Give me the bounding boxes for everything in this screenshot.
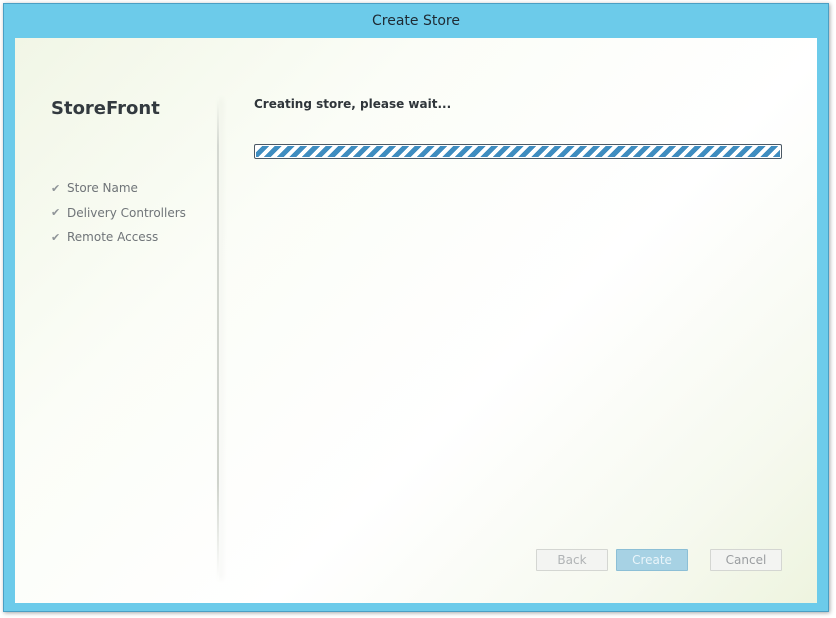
- progress-bar-fill: [256, 146, 780, 157]
- wizard-steps-list: ✔ Store Name ✔ Delivery Controllers ✔ Re…: [51, 176, 186, 250]
- checkmark-icon: ✔: [51, 230, 61, 244]
- step-remote-access: ✔ Remote Access: [51, 225, 186, 250]
- progress-bar: [254, 144, 782, 159]
- step-label: Remote Access: [67, 230, 159, 245]
- window-titlebar[interactable]: Create Store: [4, 4, 828, 38]
- back-button[interactable]: Back: [536, 549, 608, 571]
- window-title: Create Store: [372, 13, 460, 29]
- step-delivery-controllers: ✔ Delivery Controllers: [51, 201, 186, 226]
- wizard-main-panel: Creating store, please wait... Back Crea…: [218, 38, 817, 603]
- create-button[interactable]: Create: [616, 549, 688, 571]
- wizard-client-area: StoreFront ✔ Store Name ✔ Delivery Contr…: [15, 38, 817, 603]
- step-label: Delivery Controllers: [67, 205, 186, 220]
- brand-title: StoreFront: [51, 98, 160, 119]
- create-store-window: Create Store StoreFront ✔ Store Name ✔ D…: [3, 3, 829, 612]
- status-message: Creating store, please wait...: [254, 97, 452, 111]
- wizard-sidebar: StoreFront ✔ Store Name ✔ Delivery Contr…: [15, 38, 218, 603]
- checkmark-icon: ✔: [51, 181, 61, 195]
- checkmark-icon: ✔: [51, 206, 61, 220]
- step-label: Store Name: [67, 181, 138, 196]
- cancel-button[interactable]: Cancel: [710, 549, 782, 571]
- step-store-name: ✔ Store Name: [51, 176, 186, 201]
